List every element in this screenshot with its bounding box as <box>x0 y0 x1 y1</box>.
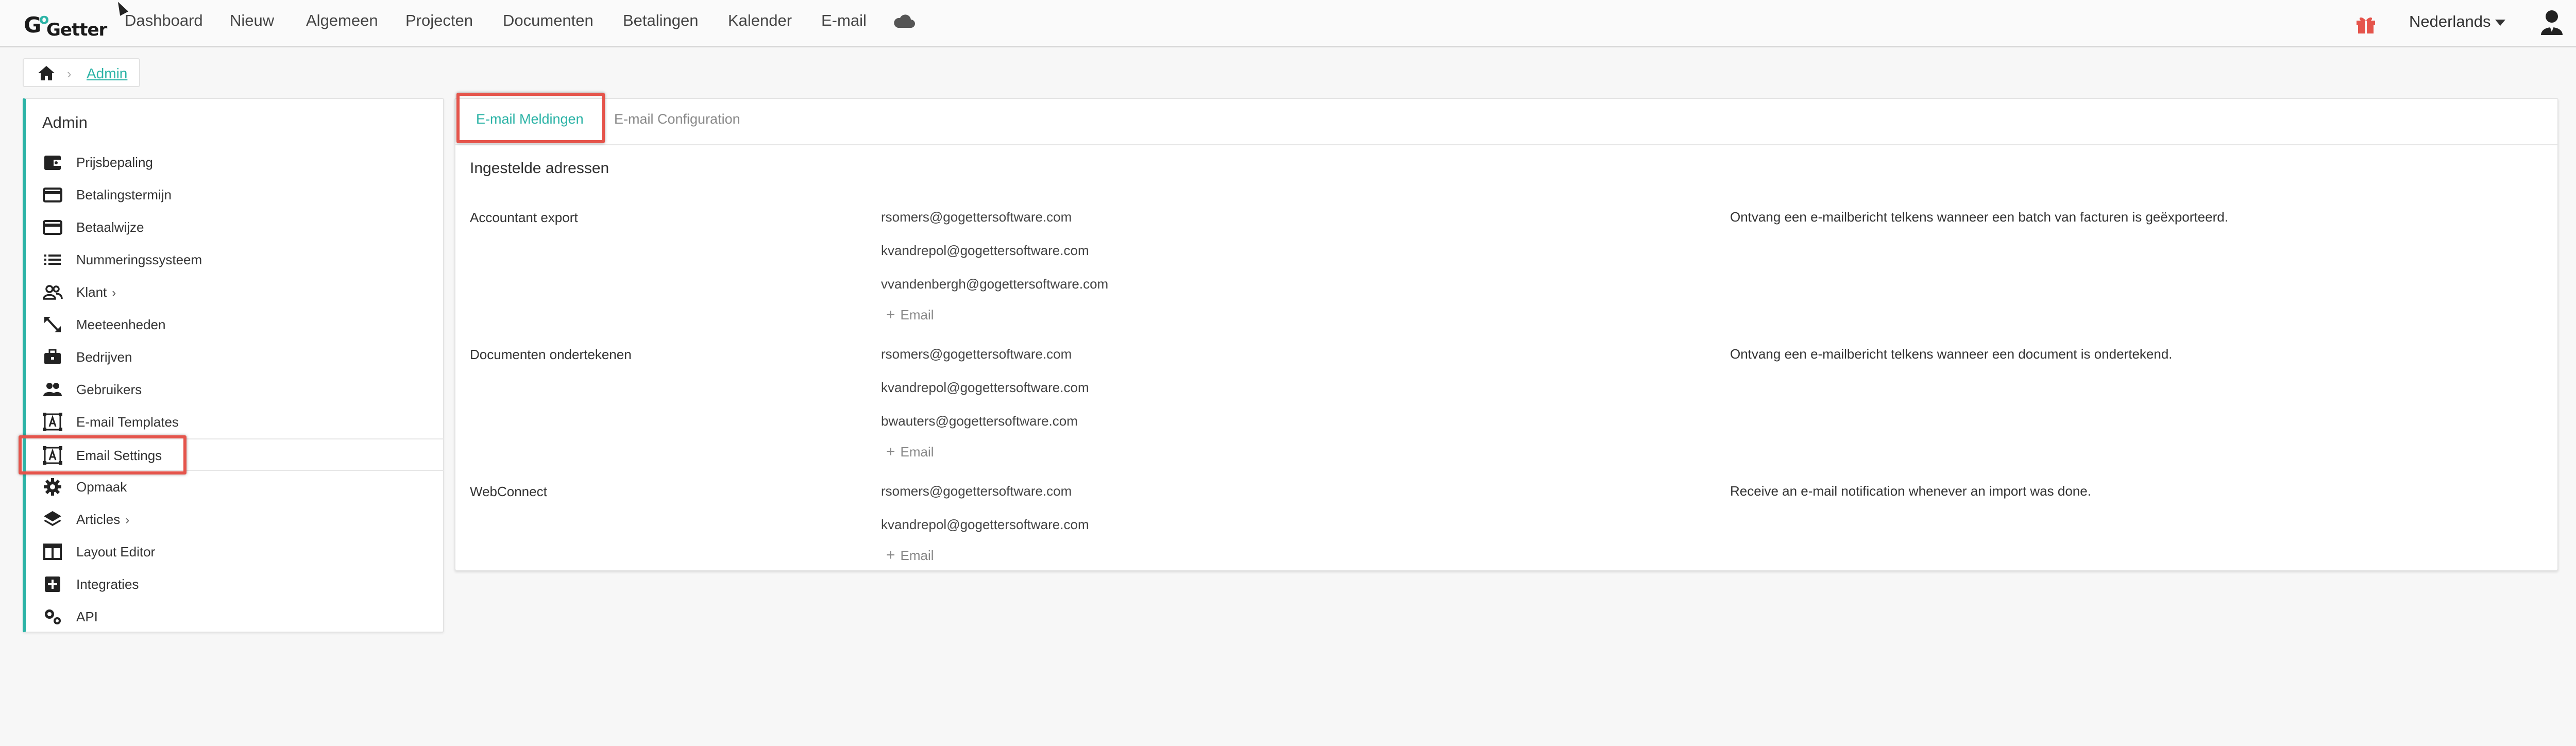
plus-icon: + <box>886 443 895 460</box>
layout-icon <box>43 544 62 560</box>
home-icon[interactable] <box>37 65 56 81</box>
nav-dashboard[interactable]: Dashboard <box>125 11 203 30</box>
nav-algemeen[interactable]: Algemeen <box>306 11 378 30</box>
sidebar-item-email-templates[interactable]: E-mail Templates <box>26 406 444 438</box>
gear-icon <box>44 478 61 496</box>
email-address[interactable]: kvandrepol@gogettersoftware.com <box>881 243 1089 259</box>
sidebar-item-label: Opmaak <box>76 479 127 495</box>
nav-kalender[interactable]: Kalender <box>728 11 792 30</box>
sidebar-item-label: Gebruikers <box>76 382 142 397</box>
email-address[interactable]: rsomers@gogettersoftware.com <box>881 346 1072 362</box>
email-address[interactable]: bwauters@gogettersoftware.com <box>881 413 1078 429</box>
layers-icon <box>44 511 61 526</box>
sidebar-item-articles[interactable]: Articles › <box>26 503 444 536</box>
sidebar-item-label: Integraties <box>76 577 139 592</box>
sidebar-title: Admin <box>42 113 88 131</box>
chevron-right-icon: › <box>125 513 130 527</box>
email-address[interactable]: vvandenbergh@gogettersoftware.com <box>881 276 1108 292</box>
nav-projecten[interactable]: Projecten <box>405 11 473 30</box>
add-email-button[interactable]: + Email <box>886 306 934 324</box>
highlight-box <box>456 93 605 143</box>
chevron-right-icon: › <box>112 286 116 300</box>
sidebar-item-meeteenheden[interactable]: Meeteenheden <box>26 309 444 341</box>
sidebar-item-label: API <box>76 609 98 624</box>
top-navbar: Go Getter Dashboard Nieuw Algemeen Projec… <box>0 0 2576 47</box>
resize-arrows-icon <box>44 317 61 332</box>
sidebar-item-label: Klant › <box>76 284 116 300</box>
gogetter-logo[interactable]: Go Getter <box>24 9 107 40</box>
tab-bar: E-mail Meldingen E-mail Configuration <box>455 99 2557 145</box>
email-address[interactable]: kvandrepol@gogettersoftware.com <box>881 517 1089 533</box>
plus-box-icon <box>45 577 60 592</box>
breadcrumb: › Admin <box>23 58 140 87</box>
sidebar-item-layout-editor[interactable]: Layout Editor <box>26 536 444 568</box>
group-description: Ontvang een e-mailbericht telkens wannee… <box>1730 346 2173 362</box>
sidebar-item-betalingstermijn[interactable]: Betalingstermijn <box>26 179 444 211</box>
list-icon <box>44 255 61 265</box>
sidebar-item-integraties[interactable]: Integraties <box>26 568 444 601</box>
sidebar-item-label: Nummeringssysteem <box>76 252 202 267</box>
cloud-icon[interactable] <box>893 13 916 29</box>
sidebar-item-nummeringssysteem[interactable]: Nummeringssysteem <box>26 244 444 276</box>
email-address[interactable]: rsomers@gogettersoftware.com <box>881 209 1072 225</box>
chevron-down-icon[interactable] <box>2495 20 2505 26</box>
plus-icon: + <box>886 306 895 323</box>
credit-card-icon <box>43 220 62 235</box>
credit-card-icon <box>43 188 62 202</box>
admin-sidebar: Admin Prijsbepaling Betalingstermijn Bet… <box>23 98 444 633</box>
sidebar-item-label: E-mail Templates <box>76 414 179 430</box>
email-settings-panel: E-mail Meldingen E-mail Configuration In… <box>454 98 2558 571</box>
group-description: Receive an e-mail notification whenever … <box>1730 483 2091 499</box>
breadcrumb-admin-link[interactable]: Admin <box>87 65 127 82</box>
plus-icon: + <box>886 547 895 564</box>
briefcase-icon <box>44 349 61 364</box>
gift-icon[interactable] <box>2355 14 2376 34</box>
section-title: Ingestelde adressen <box>470 160 609 177</box>
nav-nieuw[interactable]: Nieuw <box>230 11 274 30</box>
wallet-icon <box>44 156 61 170</box>
nav-email[interactable]: E-mail <box>821 11 867 30</box>
sidebar-item-label: Prijsbepaling <box>76 155 153 170</box>
group-label-accountant-export: Accountant export <box>470 210 578 225</box>
gears-icon <box>45 609 61 624</box>
sidebar-item-opmaak[interactable]: Opmaak <box>26 471 444 503</box>
email-address[interactable]: rsomers@gogettersoftware.com <box>881 483 1072 499</box>
sidebar-item-label: Betaalwijze <box>76 219 144 235</box>
group-label-documenten-ondertekenen: Documenten ondertekenen <box>470 347 632 362</box>
group-label-webconnect: WebConnect <box>470 484 547 499</box>
add-email-button[interactable]: + Email <box>886 547 934 564</box>
group-description: Ontvang een e-mailbericht telkens wannee… <box>1730 209 2228 225</box>
sidebar-item-label: Bedrijven <box>76 349 132 365</box>
nav-documenten[interactable]: Documenten <box>503 11 594 30</box>
sidebar-item-label: Betalingstermijn <box>76 187 172 202</box>
add-email-button[interactable]: + Email <box>886 443 934 461</box>
highlight-box <box>19 435 187 474</box>
sidebar-item-betaalwijze[interactable]: Betaalwijze <box>26 211 444 244</box>
sidebar-item-label: Meeteenheden <box>76 317 166 332</box>
users-icon <box>43 383 62 396</box>
sidebar-item-prijsbepaling[interactable]: Prijsbepaling <box>26 146 444 179</box>
sidebar-item-klant[interactable]: Klant › <box>26 276 444 309</box>
tab-email-configuration[interactable]: E-mail Configuration <box>614 111 740 127</box>
user-icon[interactable] <box>2540 9 2564 36</box>
language-selector[interactable]: Nederlands <box>2409 12 2491 31</box>
sidebar-item-bedrijven[interactable]: Bedrijven <box>26 341 444 374</box>
sidebar-item-api[interactable]: API <box>26 601 444 633</box>
nav-betalingen[interactable]: Betalingen <box>623 11 699 30</box>
sidebar-item-gebruikers[interactable]: Gebruikers <box>26 374 444 406</box>
template-icon <box>43 413 62 431</box>
email-address[interactable]: kvandrepol@gogettersoftware.com <box>881 380 1089 396</box>
sidebar-item-label: Layout Editor <box>76 544 156 560</box>
sidebar-item-label: Articles › <box>76 512 130 527</box>
breadcrumb-separator-icon: › <box>67 66 72 81</box>
people-icon <box>43 285 63 300</box>
